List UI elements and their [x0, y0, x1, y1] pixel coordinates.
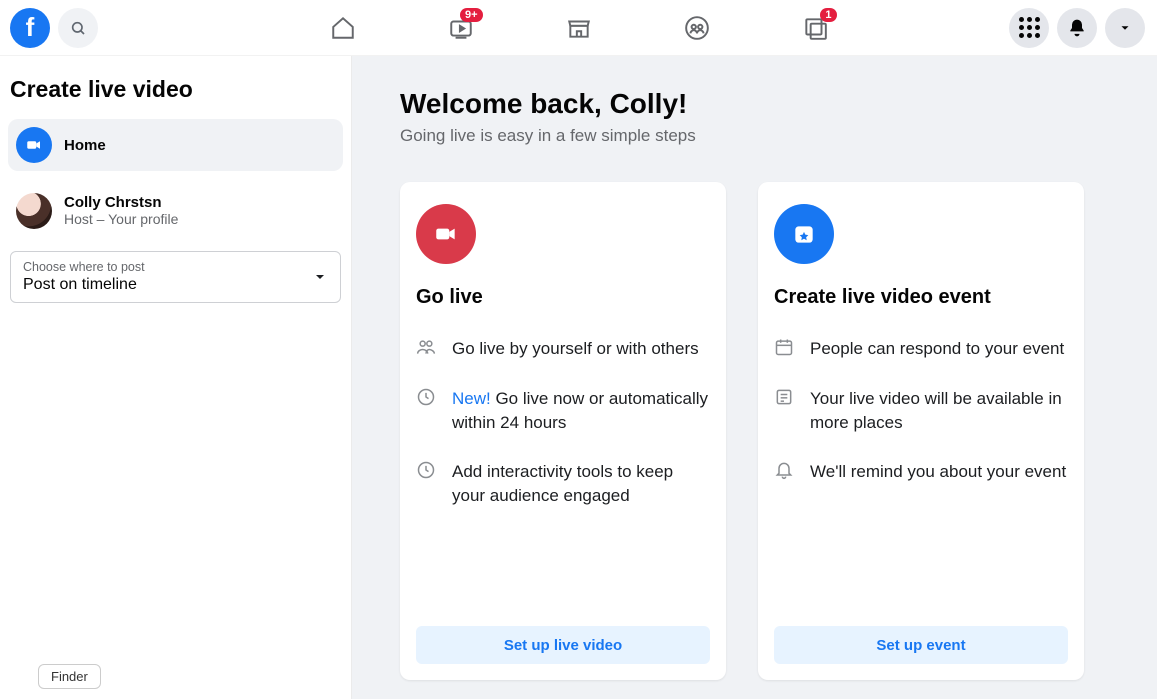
notifications-button[interactable] [1057, 8, 1097, 48]
home-icon [330, 15, 356, 41]
camera-icon-bubble [16, 127, 52, 163]
nav-ad-center[interactable]: 1 [791, 4, 839, 52]
nav-watch[interactable]: 9+ [437, 4, 485, 52]
watch-badge: 9+ [460, 8, 483, 22]
welcome-heading: Welcome back, Colly! [400, 88, 1109, 120]
menu-grid-icon [1019, 17, 1040, 38]
go-live-feature-1-text: Go live by yourself or with others [452, 337, 699, 361]
card-go-live: Go live Go live by yourself or with othe… [400, 182, 726, 680]
people-icon [416, 337, 436, 357]
new-tag: New! [452, 389, 491, 408]
bell-outline-icon [774, 460, 794, 480]
finder-tooltip: Finder [38, 664, 101, 689]
event-title: Create live video event [774, 286, 1068, 309]
sidebar-item-home[interactable]: Home [8, 119, 343, 171]
calendar-icon [774, 337, 794, 357]
nav-marketplace[interactable] [555, 4, 603, 52]
go-live-feature-3-text: Add interactivity tools to keep your aud… [452, 460, 710, 508]
account-button[interactable] [1105, 8, 1145, 48]
event-feature-3-text: We'll remind you about your event [810, 460, 1066, 484]
card-create-event: Create live video event People can respo… [758, 182, 1084, 680]
setup-event-button[interactable]: Set up event [774, 626, 1068, 664]
event-feature-1: People can respond to your event [774, 337, 1068, 361]
event-feature-2: Your live video will be available in mor… [774, 387, 1068, 435]
go-live-feature-2: New! Go live now or automatically within… [416, 387, 710, 435]
sidebar: Create live video Home Colly Chrstsn Hos… [0, 56, 352, 699]
caret-down-icon [1118, 21, 1132, 35]
host-name: Colly Chrstsn [64, 194, 178, 211]
clock-icon [416, 387, 436, 407]
event-feature-1-text: People can respond to your event [810, 337, 1064, 361]
go-live-icon-bubble [416, 204, 476, 264]
event-feature-2-text: Your live video will be available in mor… [810, 387, 1068, 435]
sidebar-home-label: Home [64, 137, 106, 154]
main-content: Welcome back, Colly! Going live is easy … [352, 56, 1157, 699]
nav-home[interactable] [319, 4, 367, 52]
go-live-feature-1: Go live by yourself or with others [416, 337, 710, 361]
sidebar-title: Create live video [10, 76, 343, 103]
go-live-feature-3: Add interactivity tools to keep your aud… [416, 460, 710, 508]
top-nav: f 9+ 1 [0, 0, 1157, 56]
avatar [16, 193, 52, 229]
search-button[interactable] [58, 8, 98, 48]
setup-live-video-button[interactable]: Set up live video [416, 626, 710, 664]
groups-icon [684, 15, 710, 41]
sidebar-item-host[interactable]: Colly Chrstsn Host – Your profile [8, 185, 343, 237]
go-live-title: Go live [416, 286, 710, 309]
clock-icon [416, 460, 436, 480]
caret-down-icon [312, 269, 328, 285]
bell-icon [1067, 18, 1087, 38]
go-live-feature-2-text: New! Go live now or automatically within… [452, 387, 710, 435]
event-feature-3: We'll remind you about your event [774, 460, 1068, 484]
search-icon [70, 20, 86, 36]
camcorder-icon [433, 221, 459, 247]
dropdown-label: Choose where to post [23, 260, 145, 274]
ad-badge: 1 [820, 8, 836, 22]
post-destination-dropdown[interactable]: Choose where to post Post on timeline [10, 251, 341, 303]
event-icon-bubble [774, 204, 834, 264]
menu-button[interactable] [1009, 8, 1049, 48]
facebook-logo[interactable]: f [10, 8, 50, 48]
news-icon [774, 387, 794, 407]
marketplace-icon [566, 15, 592, 41]
dropdown-value: Post on timeline [23, 276, 145, 294]
host-role: Host – Your profile [64, 211, 178, 227]
calendar-star-icon [791, 221, 817, 247]
nav-groups[interactable] [673, 4, 721, 52]
welcome-subtitle: Going live is easy in a few simple steps [400, 126, 1109, 146]
camcorder-icon [25, 136, 43, 154]
